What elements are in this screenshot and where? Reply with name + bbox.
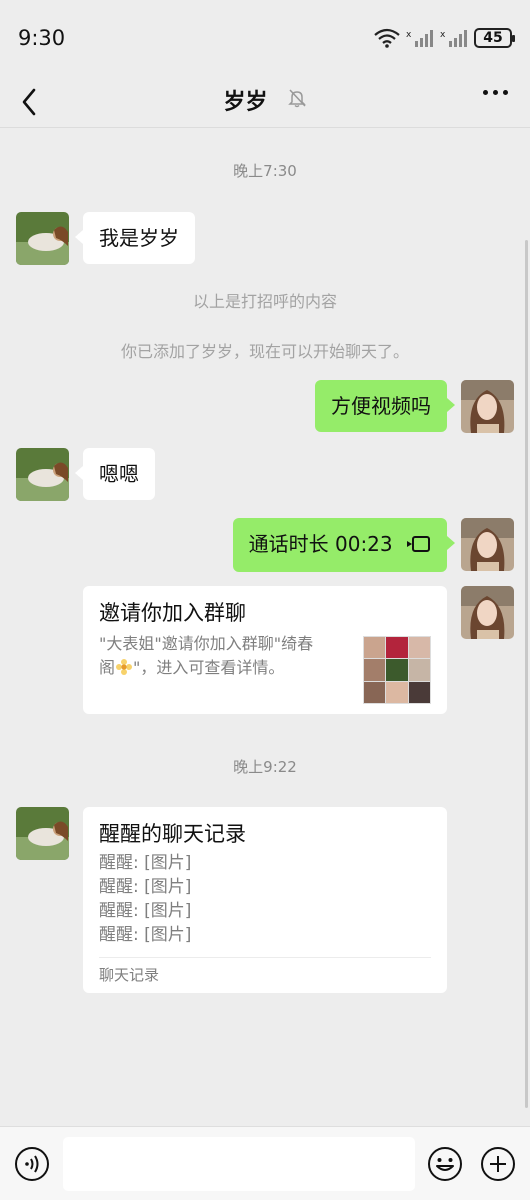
- chat-area[interactable]: 晚上7:30 我是岁岁 以上是打招呼的内容 你已添加了岁岁，现在可以开始聊天了。…: [0, 128, 530, 1126]
- record-line: 醒醒: [图片]: [99, 925, 192, 945]
- status-time: 9:30: [18, 26, 66, 50]
- time-divider: 晚上7:30: [233, 162, 297, 180]
- record-line: 醒醒: [图片]: [99, 853, 192, 873]
- signal-icon-2: x: [440, 28, 468, 48]
- invite-desc-line1: "大表姐"邀请你加入群聊"绮春: [99, 634, 314, 653]
- nav-bar: 岁岁: [0, 76, 530, 128]
- call-duration-text: 通话时长 00:23: [248, 532, 393, 556]
- invite-title: 邀请你加入群聊: [99, 601, 246, 625]
- invite-desc-group: 阁: [99, 658, 116, 677]
- system-message: 你已添加了岁岁，现在可以开始聊天了。: [120, 342, 409, 361]
- my-avatar[interactable]: [461, 380, 514, 433]
- header-title-area: 岁岁: [0, 84, 530, 116]
- mute-icon: [287, 88, 307, 112]
- battery-icon: 45: [474, 28, 515, 48]
- time-divider: 晚上9:22: [233, 758, 297, 776]
- contact-avatar[interactable]: [16, 807, 69, 860]
- chat-title: 岁岁: [223, 90, 268, 115]
- message-bubble-outgoing[interactable]: 方便视频吗: [315, 380, 455, 432]
- chat-record-card[interactable]: 醒醒的聊天记录 醒醒: [图片] 醒醒: [图片] 醒醒: [图片] 醒醒: […: [83, 807, 447, 993]
- invite-desc-tail: "，进入可查看详情。: [133, 658, 285, 677]
- my-avatar[interactable]: [461, 586, 514, 639]
- group-avatar-grid: [363, 636, 431, 704]
- my-avatar[interactable]: [461, 518, 514, 571]
- plus-icon[interactable]: [480, 1146, 516, 1182]
- record-footer: 聊天记录: [99, 957, 431, 985]
- record-title: 醒醒的聊天记录: [99, 822, 246, 846]
- video-call-icon: [405, 532, 431, 560]
- svg-text:x: x: [406, 30, 412, 40]
- invite-description: "大表姐"邀请你加入群聊"绮春 阁 "，进入可查看详情。: [99, 632, 351, 683]
- record-line: 醒醒: [图片]: [99, 901, 192, 921]
- svg-text:x: x: [440, 30, 446, 40]
- status-icons: x x 45: [374, 28, 515, 48]
- message-bubble-incoming[interactable]: 嗯嗯: [75, 448, 155, 500]
- voice-icon[interactable]: [14, 1146, 50, 1182]
- message-input[interactable]: [63, 1137, 415, 1191]
- contact-avatar[interactable]: [16, 212, 69, 265]
- record-line: 醒醒: [图片]: [99, 877, 192, 897]
- more-icon[interactable]: [483, 90, 508, 95]
- flower-emoji-icon: [115, 658, 133, 683]
- wifi-icon: [374, 28, 400, 48]
- call-bubble[interactable]: 通话时长 00:23: [232, 518, 456, 572]
- scrollbar[interactable]: [525, 240, 528, 1108]
- system-message: 以上是打招呼的内容: [192, 292, 337, 311]
- message-bubble-incoming[interactable]: 我是岁岁: [75, 212, 195, 264]
- input-toolbar: [0, 1126, 530, 1200]
- invite-desc-line2: 阁 "，进入可查看详情。: [99, 656, 351, 683]
- signal-icon: x: [406, 28, 434, 48]
- status-bar: 9:30 x x 45: [0, 0, 530, 76]
- contact-avatar[interactable]: [16, 448, 69, 501]
- group-invite-card[interactable]: 邀请你加入群聊 "大表姐"邀请你加入群聊"绮春 阁 "，进入可查看详情。: [83, 586, 447, 714]
- emoji-icon[interactable]: [427, 1146, 463, 1182]
